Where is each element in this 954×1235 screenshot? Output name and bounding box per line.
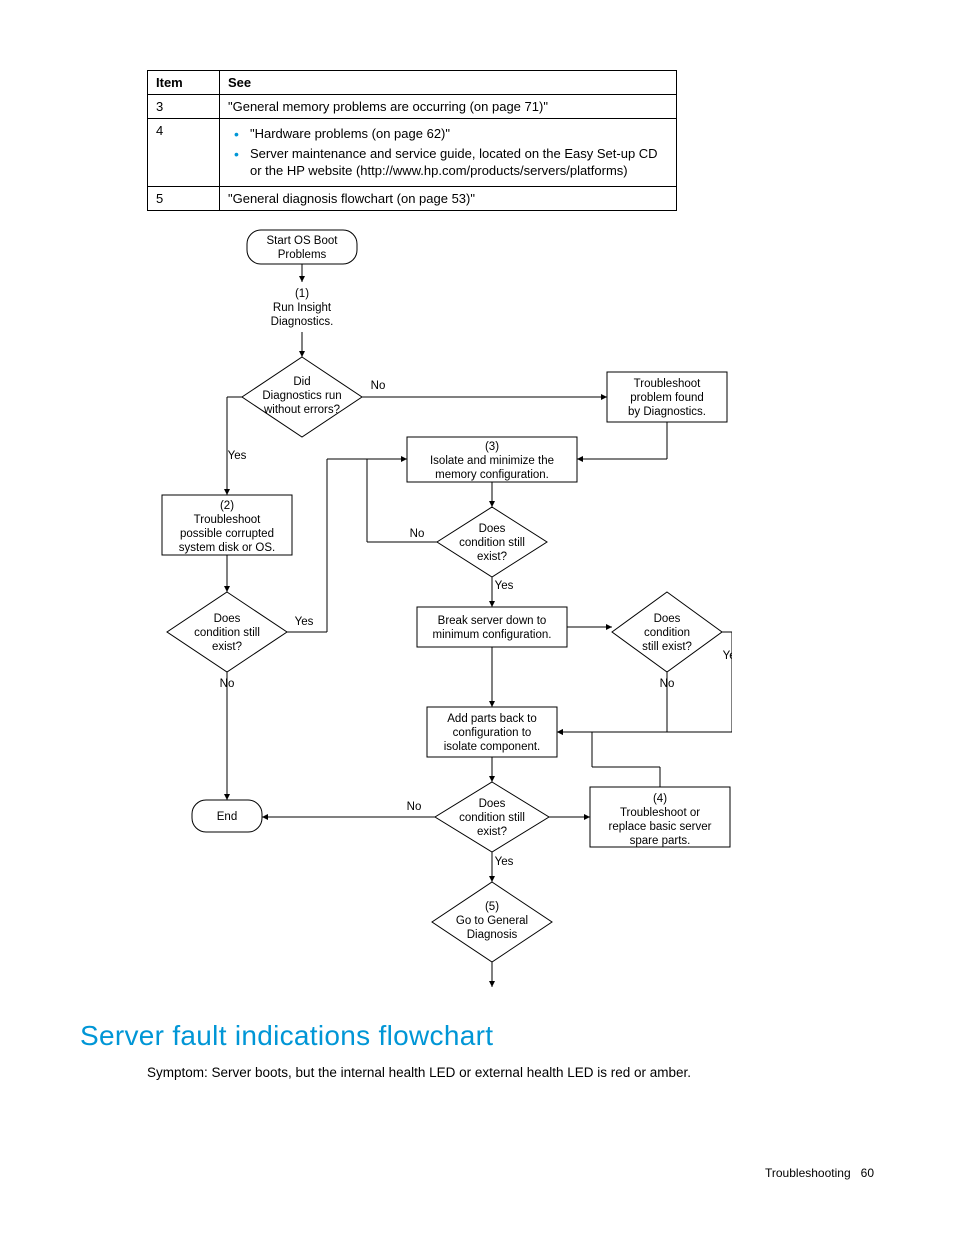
svg-text:condition still: condition still [459,537,525,549]
svg-text:End: End [217,811,237,823]
footer-page: 60 [861,1166,874,1180]
section-heading: Server fault indications flowchart [80,1020,874,1052]
svg-text:configuration to: configuration to [453,727,532,739]
cell-item: 3 [148,95,220,119]
svg-text:Does: Does [214,613,241,625]
svg-text:Run Insight: Run Insight [273,302,332,314]
cell-see: "General diagnosis flowchart (on page 53… [220,186,677,210]
th-see: See [220,71,677,95]
bullet-item: Server maintenance and service guide, lo… [228,145,668,180]
svg-text:exist?: exist? [212,641,242,653]
svg-text:Go to General: Go to General [456,915,528,927]
svg-text:system disk or OS.: system disk or OS. [179,542,276,554]
svg-text:still exist?: still exist? [642,641,692,653]
svg-text:memory configuration.: memory configuration. [435,469,549,481]
svg-text:Break server down to: Break server down to [438,615,547,627]
svg-text:(4): (4) [653,793,667,805]
svg-text:(1): (1) [295,288,309,300]
svg-text:problem found: problem found [630,392,704,404]
svg-text:minimum configuration.: minimum configuration. [433,629,552,641]
symptom-text: Symptom: Server boots, but the internal … [147,1065,874,1080]
th-item: Item [148,71,220,95]
table-row: 3 "General memory problems are occurring… [148,95,677,119]
svg-text:Add parts back to: Add parts back to [447,713,537,725]
start-node: Start OS Boot [267,235,339,247]
cell-see: "Hardware problems (on page 62)" Server … [220,119,677,187]
svg-text:condition still: condition still [459,812,525,824]
svg-text:Does: Does [654,613,681,625]
svg-text:Isolate and minimize the: Isolate and minimize the [430,455,554,467]
table-row: 5 "General diagnosis flowchart (on page … [148,186,677,210]
svg-text:(2): (2) [220,500,234,512]
svg-text:Diagnostics run: Diagnostics run [262,390,341,402]
svg-text:Yes: Yes [295,616,314,628]
svg-text:No: No [407,801,422,813]
page-footer: Troubleshooting 60 [765,1166,874,1180]
svg-text:Did: Did [293,376,310,388]
svg-text:Troubleshoot: Troubleshoot [194,514,262,526]
reference-table: Item See 3 "General memory problems are … [147,70,677,211]
svg-text:(5): (5) [485,901,499,913]
svg-text:Does: Does [479,523,506,535]
cell-item: 5 [148,186,220,210]
bullet-item: "Hardware problems (on page 62)" [228,125,668,143]
table-row: 4 "Hardware problems (on page 62)" Serve… [148,119,677,187]
svg-text:(3): (3) [485,441,499,453]
svg-text:spare parts.: spare parts. [630,835,691,847]
svg-text:condition: condition [644,627,690,639]
footer-label: Troubleshooting [765,1166,851,1180]
svg-text:Problems: Problems [278,249,327,261]
svg-text:replace basic server: replace basic server [609,821,712,833]
svg-text:Yes: Yes [228,450,247,462]
svg-text:Troubleshoot: Troubleshoot [634,378,702,390]
svg-text:Does: Does [479,798,506,810]
svg-text:exist?: exist? [477,551,507,563]
svg-text:exist?: exist? [477,826,507,838]
cell-see: "General memory problems are occurring (… [220,95,677,119]
svg-text:Diagnosis: Diagnosis [467,929,518,941]
svg-text:possible corrupted: possible corrupted [180,528,274,540]
svg-text:Yes: Yes [495,856,514,868]
os-boot-flowchart: Start OS Boot Problems (1) Run Insight D… [152,227,874,1002]
svg-text:Diagnostics.: Diagnostics. [271,316,334,328]
cell-item: 4 [148,119,220,187]
svg-text:Yes: Yes [723,650,732,662]
svg-text:condition still: condition still [194,627,260,639]
svg-text:without errors?: without errors? [263,404,340,416]
svg-text:Troubleshoot or: Troubleshoot or [620,807,700,819]
svg-text:isolate component.: isolate component. [444,741,541,753]
svg-text:by Diagnostics.: by Diagnostics. [628,406,706,418]
svg-text:Yes: Yes [495,580,514,592]
svg-text:No: No [371,380,386,392]
svg-text:No: No [410,528,425,540]
